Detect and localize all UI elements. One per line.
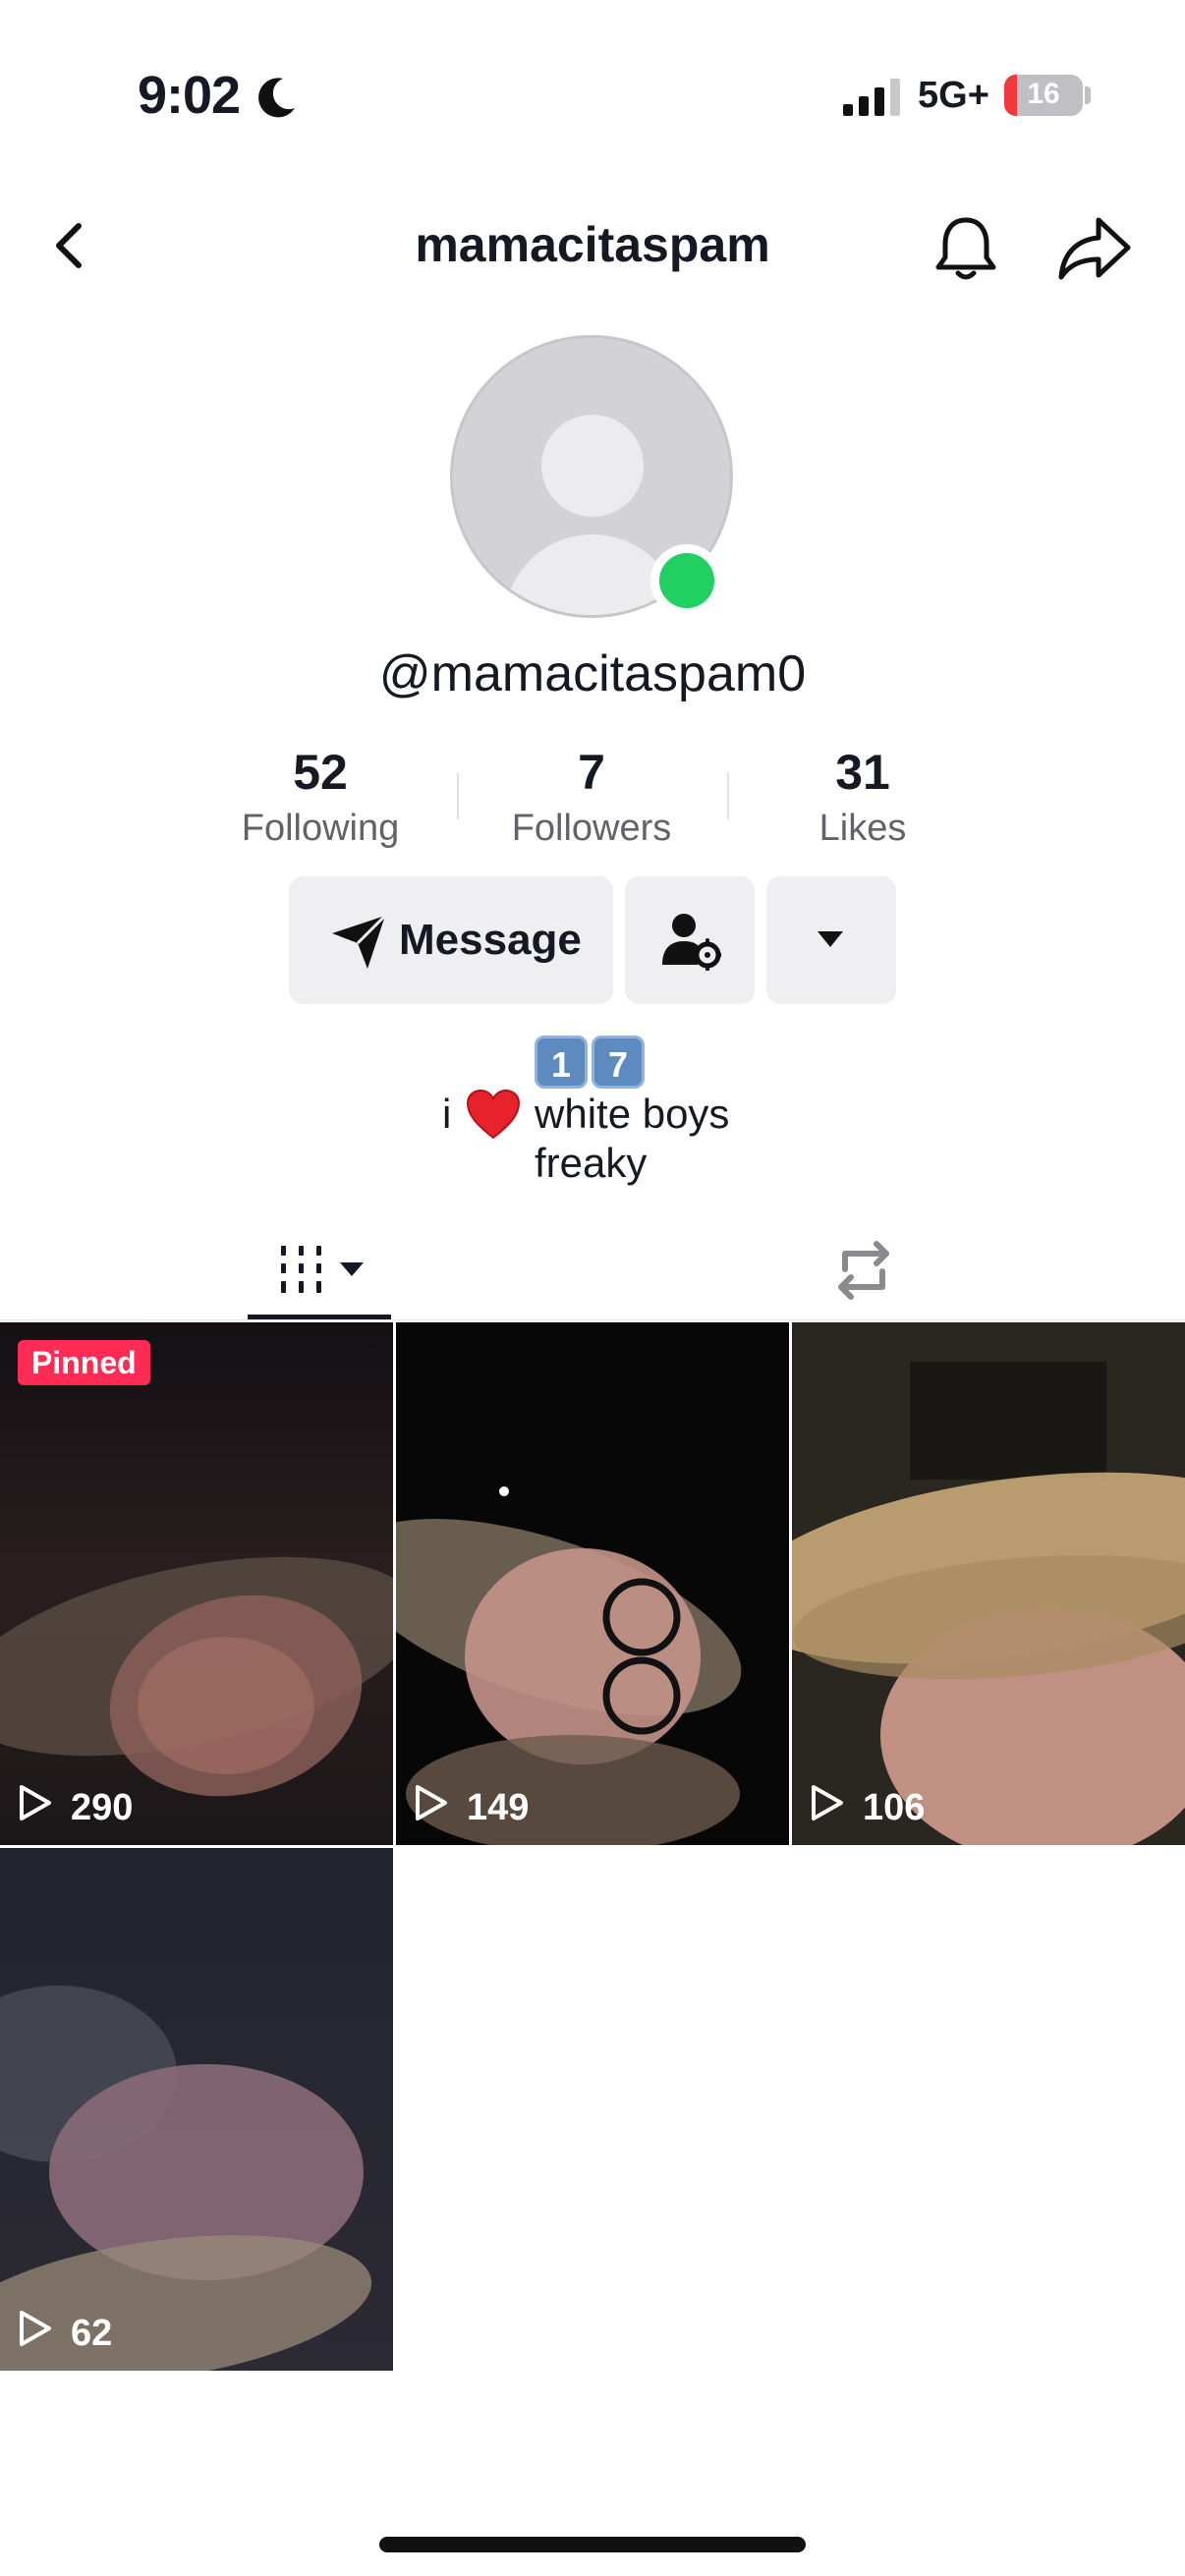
share-icon[interactable] xyxy=(1055,214,1134,283)
battery-indicator: 16 xyxy=(1004,75,1083,116)
video-thumbnail[interactable]: 149 xyxy=(396,1322,789,1845)
bell-icon[interactable] xyxy=(930,212,1002,285)
play-icon xyxy=(812,1785,843,1820)
video-thumbnail[interactable]: Pinned 290 xyxy=(0,1322,393,1845)
battery-tip xyxy=(1085,86,1091,104)
stat-value: 31 xyxy=(835,745,890,800)
keycap-emoji: 7 xyxy=(592,1036,645,1089)
video-thumbnail-image xyxy=(0,1848,393,2371)
tab-reposts[interactable] xyxy=(806,1218,924,1320)
tabs-divider xyxy=(0,1319,1185,1320)
video-thumbnail-image xyxy=(792,1322,1185,1845)
bio-text-line2: freaky xyxy=(535,1140,648,1186)
repost-icon xyxy=(838,1241,889,1300)
video-thumbnail-image xyxy=(0,1322,393,1845)
video-thumbnail-image xyxy=(396,1322,789,1845)
message-button[interactable]: Message xyxy=(289,876,613,1004)
stat-likes[interactable]: 31 Likes xyxy=(755,743,971,855)
stat-label: Following xyxy=(241,808,400,849)
online-status-dot xyxy=(650,544,723,617)
stat-value: 52 xyxy=(293,745,348,800)
bio-text-prefix: i xyxy=(442,1091,452,1137)
video-thumbnail[interactable]: 62 xyxy=(0,1848,393,2371)
stat-divider xyxy=(727,772,729,819)
friend-settings-button[interactable] xyxy=(625,876,755,1004)
profile-header: mamacitaspam xyxy=(0,187,1185,305)
send-icon xyxy=(332,914,387,969)
stat-label: Followers xyxy=(511,808,672,849)
avatar-placeholder-head xyxy=(541,415,644,517)
profile-username: @mamacitaspam0 xyxy=(378,645,807,702)
stat-divider xyxy=(457,772,459,819)
keycap-emoji: 1 xyxy=(535,1036,588,1089)
more-options-button[interactable] xyxy=(766,876,896,1004)
caret-down-icon xyxy=(340,1262,364,1276)
stat-label: Likes xyxy=(818,808,907,849)
page-title: mamacitaspam xyxy=(415,217,770,272)
heart-icon xyxy=(466,1089,521,1140)
play-icon xyxy=(20,1785,51,1820)
person-gear-icon xyxy=(662,914,721,971)
battery-level: 16 xyxy=(1027,78,1060,110)
stat-followers[interactable]: 7 Followers xyxy=(483,743,700,855)
moon-icon xyxy=(258,78,295,118)
view-count: 106 xyxy=(863,1787,926,1828)
play-icon xyxy=(416,1785,447,1820)
view-count: 149 xyxy=(467,1787,530,1828)
stat-value: 7 xyxy=(578,745,605,800)
tab-videos[interactable] xyxy=(248,1218,391,1320)
status-bar: 9:02 5G+ 16 xyxy=(0,0,1185,187)
video-thumbnail[interactable]: 106 xyxy=(792,1322,1185,1845)
network-label: 5G+ xyxy=(918,75,989,116)
status-time: 9:02 xyxy=(138,66,241,125)
signal-icon xyxy=(843,79,900,116)
message-button-label: Message xyxy=(399,916,582,964)
play-icon xyxy=(20,2311,51,2346)
bio-text-line1: white boys xyxy=(535,1091,730,1137)
stat-following[interactable]: 52 Following xyxy=(212,743,428,855)
home-indicator xyxy=(379,2537,806,2552)
view-count: 62 xyxy=(71,2313,113,2354)
grid-icon xyxy=(281,1246,321,1293)
pinned-badge: Pinned xyxy=(18,1340,150,1385)
caret-down-icon xyxy=(818,931,843,947)
view-count: 290 xyxy=(71,1787,134,1828)
